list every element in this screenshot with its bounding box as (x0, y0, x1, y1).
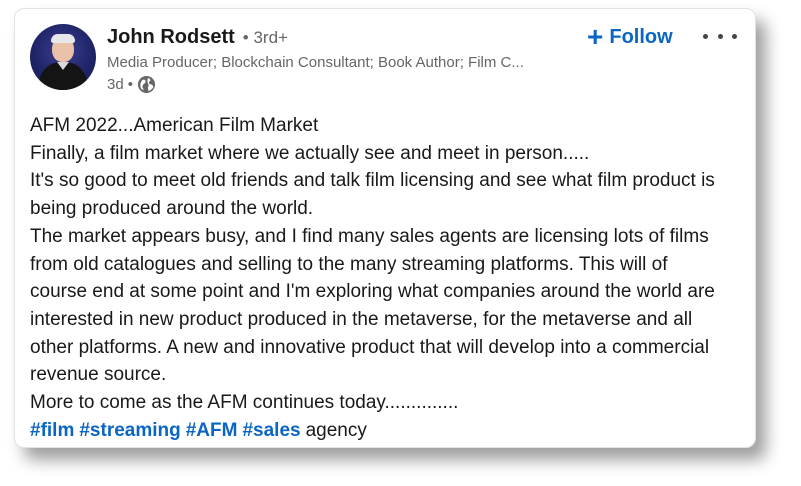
connection-degree: • 3rd+ (242, 28, 288, 47)
hashtag-link[interactable]: #sales (242, 420, 300, 441)
hashtag-link[interactable]: #AFM (186, 420, 238, 441)
post-line: It's so good to meet old friends and tal… (30, 170, 715, 192)
post-line: course end at some point and I'm explori… (30, 281, 715, 303)
post-line: other platforms. A new and innovative pr… (30, 336, 710, 358)
post-time: 3d (107, 76, 124, 93)
hashtag-link[interactable]: #streaming (79, 420, 180, 441)
ellipsis-icon[interactable] (703, 25, 737, 47)
post-line: More to come as the AFM continues today.… (30, 392, 459, 414)
hashtag-line: #film #streaming #AFM #sales agency (30, 417, 748, 445)
follow-button[interactable]: + Follow (587, 22, 673, 52)
more-dot (717, 33, 723, 39)
avatar-hair (51, 34, 75, 43)
author-name[interactable]: John Rodsett (107, 26, 235, 49)
author-name-row: John Rodsett • 3rd+ (107, 26, 288, 54)
post-meta: 3d • (107, 75, 156, 94)
meta-separator: • (127, 76, 133, 93)
post-line: being produced around the world. (30, 198, 314, 220)
post-line: from old catalogues and selling to the m… (30, 253, 668, 275)
post-body: AFM 2022...American Film Market Finally,… (30, 112, 748, 444)
follow-label: Follow (609, 25, 673, 48)
more-dot (703, 33, 708, 39)
post-line: revenue source. (30, 364, 167, 386)
post-line: interested in new product produced in th… (30, 308, 693, 330)
globe-icon (137, 75, 156, 94)
post-line: Finally, a film market where we actually… (30, 142, 590, 164)
plus-icon: + (587, 21, 604, 52)
more-dot (732, 33, 737, 39)
author-avatar[interactable] (30, 24, 96, 90)
hashtag-link[interactable]: #film (30, 420, 74, 441)
trailing-word: agency (305, 419, 367, 441)
post-card: John Rodsett • 3rd+ Media Producer; Bloc… (14, 8, 756, 448)
author-headline: Media Producer; Blockchain Consultant; B… (107, 54, 524, 71)
post-line: The market appears busy, and I find many… (30, 225, 709, 247)
post-line: AFM 2022...American Film Market (30, 115, 319, 136)
